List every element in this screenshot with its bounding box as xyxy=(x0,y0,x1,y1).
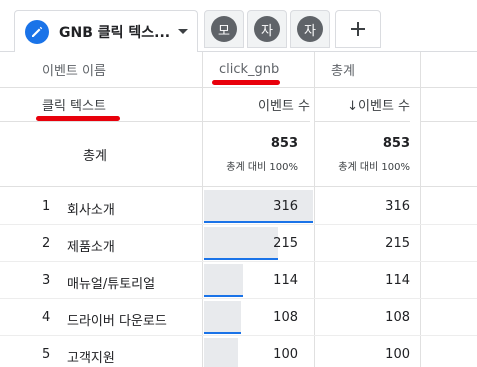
row-click-text: 매뉴얼/튜토리얼 xyxy=(67,277,156,292)
tab-mini-avatar: 자 xyxy=(254,16,280,42)
row-rank: 1 xyxy=(42,199,51,214)
event-count-bar-line xyxy=(204,258,278,260)
totals-label: 총계 xyxy=(83,149,107,164)
metric-header-event-count[interactable]: 이벤트 수 xyxy=(202,88,310,122)
row-event-count: 215 xyxy=(273,236,298,251)
row-event-count-total: 108 xyxy=(385,310,410,325)
row-event-count: 114 xyxy=(273,273,298,288)
total-percent: 총계 대비 100% xyxy=(338,162,410,173)
row-rank: 2 xyxy=(42,236,51,251)
total-value: 853 xyxy=(270,136,298,151)
column-event-name-total[interactable]: 총계 xyxy=(314,52,420,88)
row-event-count-total: 100 xyxy=(385,347,410,362)
red-underline-annotation xyxy=(36,116,120,121)
row-event-count-total: 215 xyxy=(385,236,410,251)
row-event-count-total: 316 xyxy=(385,199,410,214)
row-click-text: 고객지원 xyxy=(67,351,115,366)
row-rank: 4 xyxy=(42,310,51,325)
event-count-bar-line xyxy=(204,221,313,223)
row-rank: 3 xyxy=(42,273,51,288)
row-event-count: 108 xyxy=(273,310,298,325)
header-filler xyxy=(420,52,477,88)
row-event-count: 100 xyxy=(273,347,298,362)
header-filler xyxy=(420,88,477,122)
tab-gnb-click-text[interactable]: GNB 클릭 텍스... xyxy=(14,10,198,52)
row-event-count-total: 114 xyxy=(385,273,410,288)
red-underline-annotation xyxy=(212,80,280,85)
total-value: 853 xyxy=(382,136,410,151)
tab-mini-3[interactable]: 자 xyxy=(290,10,330,48)
row-click-text: 드라이버 다운로드 xyxy=(67,314,167,329)
row-click-text: 회사소개 xyxy=(67,203,115,218)
tab-mini-2[interactable]: 자 xyxy=(247,10,287,48)
row-rank: 5 xyxy=(42,347,51,362)
row-click-text: 제품소개 xyxy=(67,240,115,255)
dimension-header-event-name: 이벤트 이름 xyxy=(0,52,202,88)
tab-mini-1[interactable]: 모 xyxy=(204,10,244,48)
add-tab-button[interactable] xyxy=(335,10,381,48)
row-event-count: 316 xyxy=(273,199,298,214)
exploration-tab-strip: GNB 클릭 텍스... 모 자 자 xyxy=(0,0,477,52)
tab-title: GNB 클릭 텍스... xyxy=(59,24,171,41)
total-percent: 총계 대비 100% xyxy=(226,162,298,173)
tab-mini-avatar: 자 xyxy=(297,16,323,42)
metric-header-event-count-sorted[interactable]: ↓이벤트 수 xyxy=(314,88,410,122)
tab-mini-avatar: 모 xyxy=(211,16,237,42)
pencil-icon[interactable] xyxy=(25,19,49,44)
chevron-down-icon[interactable] xyxy=(178,29,189,34)
event-count-bar-line xyxy=(204,332,241,334)
event-count-bar-line xyxy=(204,295,243,297)
plus-icon xyxy=(351,22,365,36)
